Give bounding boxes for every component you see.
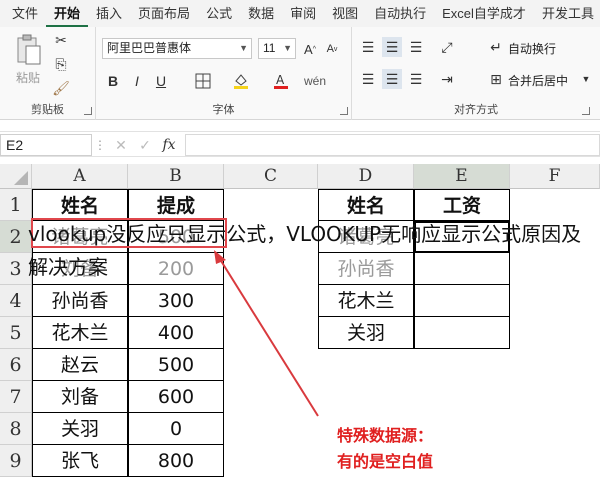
- annotation-line-1: 特殊数据源：: [337, 428, 434, 445]
- enter-icon[interactable]: ✓: [136, 136, 154, 154]
- font-name-combo[interactable]: 阿里巴巴普惠体 ▼: [102, 38, 252, 59]
- tab-view[interactable]: 视图: [324, 0, 366, 27]
- copy-icon[interactable]: ⎘: [52, 55, 70, 73]
- font-name-value: 阿里巴巴普惠体: [107, 41, 192, 55]
- chevron-down-icon[interactable]: ▼: [580, 72, 592, 86]
- menu-bar: 文件 开始 插入 页面布局 公式 数据 审阅 视图 自动执行 Excel自学成才…: [0, 0, 600, 27]
- tab-insert[interactable]: 插入: [88, 0, 130, 27]
- alignment-launcher-icon[interactable]: [582, 107, 590, 115]
- merge-center-icon[interactable]: ⊞: [488, 71, 504, 87]
- format-painter-icon[interactable]: 🖌: [52, 79, 70, 97]
- tab-data[interactable]: 数据: [240, 0, 282, 27]
- align-center-icon[interactable]: ☰: [382, 69, 402, 89]
- clipboard-launcher-icon[interactable]: [84, 107, 92, 115]
- phonetic-icon[interactable]: wén: [304, 71, 326, 91]
- overlay-title: vlookup没反应只显示公式，VLOOKUP无响应显示公式原因及解决方案: [28, 222, 582, 279]
- tab-file[interactable]: 文件: [4, 0, 46, 27]
- worksheet-grid: A B C D E F 1 2 3 4 5 6 7 8 9 姓名 提成 诸葛亮 …: [0, 164, 600, 490]
- font-launcher-icon[interactable]: [340, 107, 348, 115]
- chevron-down-icon: ▼: [283, 43, 292, 53]
- align-right-icon[interactable]: ☰: [406, 69, 426, 89]
- align-top-icon[interactable]: ☰: [358, 37, 378, 57]
- merge-center-button[interactable]: 合并后居中: [508, 72, 568, 89]
- tab-home[interactable]: 开始: [46, 0, 89, 27]
- increase-font-icon[interactable]: A ^: [300, 39, 320, 59]
- align-middle-icon[interactable]: ☰: [382, 37, 402, 57]
- cut-icon[interactable]: ✂: [52, 31, 70, 49]
- bold-button[interactable]: B: [104, 71, 122, 91]
- paste-label: 粘贴: [16, 71, 41, 85]
- indent-icon[interactable]: ⇥: [436, 69, 458, 89]
- clipboard-group-label: 剪贴板: [31, 104, 64, 116]
- fill-color-icon[interactable]: [230, 71, 252, 91]
- font-color-icon[interactable]: A: [270, 71, 292, 91]
- chevron-down-icon: ▼: [239, 43, 248, 53]
- wrap-text-icon[interactable]: ↵: [488, 39, 504, 55]
- tab-review[interactable]: 审阅: [282, 0, 324, 27]
- annotation-line-2: 有的是空白值: [337, 454, 434, 471]
- underline-button[interactable]: U: [152, 71, 170, 91]
- font-size-combo[interactable]: 11 ▼: [258, 38, 296, 59]
- tab-excel-self-study[interactable]: Excel自学成才: [434, 0, 534, 27]
- insert-function-icon[interactable]: fx: [158, 136, 180, 154]
- tab-formulas[interactable]: 公式: [198, 0, 240, 27]
- annotation-arrow: [214, 250, 319, 417]
- font-size-value: 11: [263, 41, 276, 55]
- align-left-icon[interactable]: ☰: [358, 69, 378, 89]
- tab-automate[interactable]: 自动执行: [366, 0, 434, 27]
- more-icon[interactable]: ⋮: [94, 136, 106, 154]
- name-box[interactable]: E2: [0, 134, 92, 156]
- ribbon: 粘贴 ✂ ⎘ 🖌 剪贴板 阿里巴巴普惠体 ▼ 11 ▼ A ^ Av B I U …: [0, 27, 600, 120]
- formula-bar: E2 ⋮ ✕ ✓ fx: [0, 131, 600, 157]
- align-bottom-icon[interactable]: ☰: [406, 37, 426, 57]
- font-group-label: 字体: [212, 104, 235, 116]
- svg-text:A: A: [276, 73, 285, 87]
- border-icon[interactable]: [192, 71, 214, 91]
- font-group: 阿里巴巴普惠体 ▼ 11 ▼ A ^ Av B I U A wén 字体: [96, 27, 352, 120]
- tab-developer[interactable]: 开发工具: [534, 0, 600, 27]
- formula-input[interactable]: [185, 134, 600, 156]
- cancel-icon[interactable]: ✕: [112, 136, 130, 154]
- alignment-group-label: 对齐方式: [454, 104, 498, 116]
- decrease-font-icon[interactable]: Av: [322, 39, 342, 59]
- paste-icon[interactable]: [14, 33, 44, 67]
- orientation-icon[interactable]: ⤢: [436, 37, 458, 57]
- tab-page-layout[interactable]: 页面布局: [130, 0, 198, 27]
- italic-button[interactable]: I: [128, 71, 146, 91]
- alignment-group: ☰ ☰ ☰ ⤢ ☰ ☰ ☰ ⇥ ↵ 自动换行 ⊞ 合并后居中 ▼ 对齐方式: [352, 27, 600, 120]
- wrap-text-button[interactable]: 自动换行: [508, 40, 556, 57]
- clipboard-group: 粘贴 ✂ ⎘ 🖌 剪贴板: [0, 27, 96, 120]
